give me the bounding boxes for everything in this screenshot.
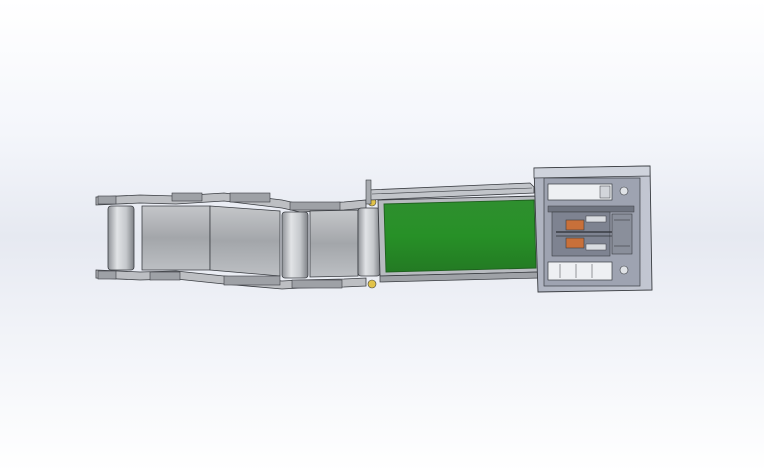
belt-panel xyxy=(309,209,359,278)
orange-block xyxy=(565,219,585,231)
conveyor-assembly-model[interactable] xyxy=(0,0,764,472)
rail-bracket xyxy=(149,271,181,281)
lower-fitting xyxy=(619,265,629,275)
belt-panel xyxy=(141,205,211,271)
frame-post xyxy=(365,179,372,205)
belt-panel xyxy=(209,205,281,277)
bearing-cap xyxy=(367,279,377,289)
rail-bracket xyxy=(223,275,281,286)
control-cabinet[interactable] xyxy=(533,165,653,293)
green-belt[interactable] xyxy=(365,179,541,283)
lower-module xyxy=(547,261,613,281)
rail-bracket xyxy=(97,270,117,280)
cabinet-top-plate xyxy=(533,165,651,179)
idler-roller xyxy=(281,211,309,279)
orange-block xyxy=(565,237,585,249)
rail-bracket xyxy=(289,201,341,211)
end-roller xyxy=(107,205,135,271)
rail-bracket xyxy=(229,192,271,203)
graphics-viewport[interactable] xyxy=(0,0,764,472)
rail-bracket xyxy=(171,192,203,202)
rail-bracket xyxy=(97,195,117,205)
drive-roller xyxy=(357,207,381,277)
rail-bracket xyxy=(291,279,343,289)
green-belt-surface xyxy=(383,199,537,273)
upper-fitting xyxy=(619,186,629,196)
roller-belt-section[interactable] xyxy=(95,192,381,290)
